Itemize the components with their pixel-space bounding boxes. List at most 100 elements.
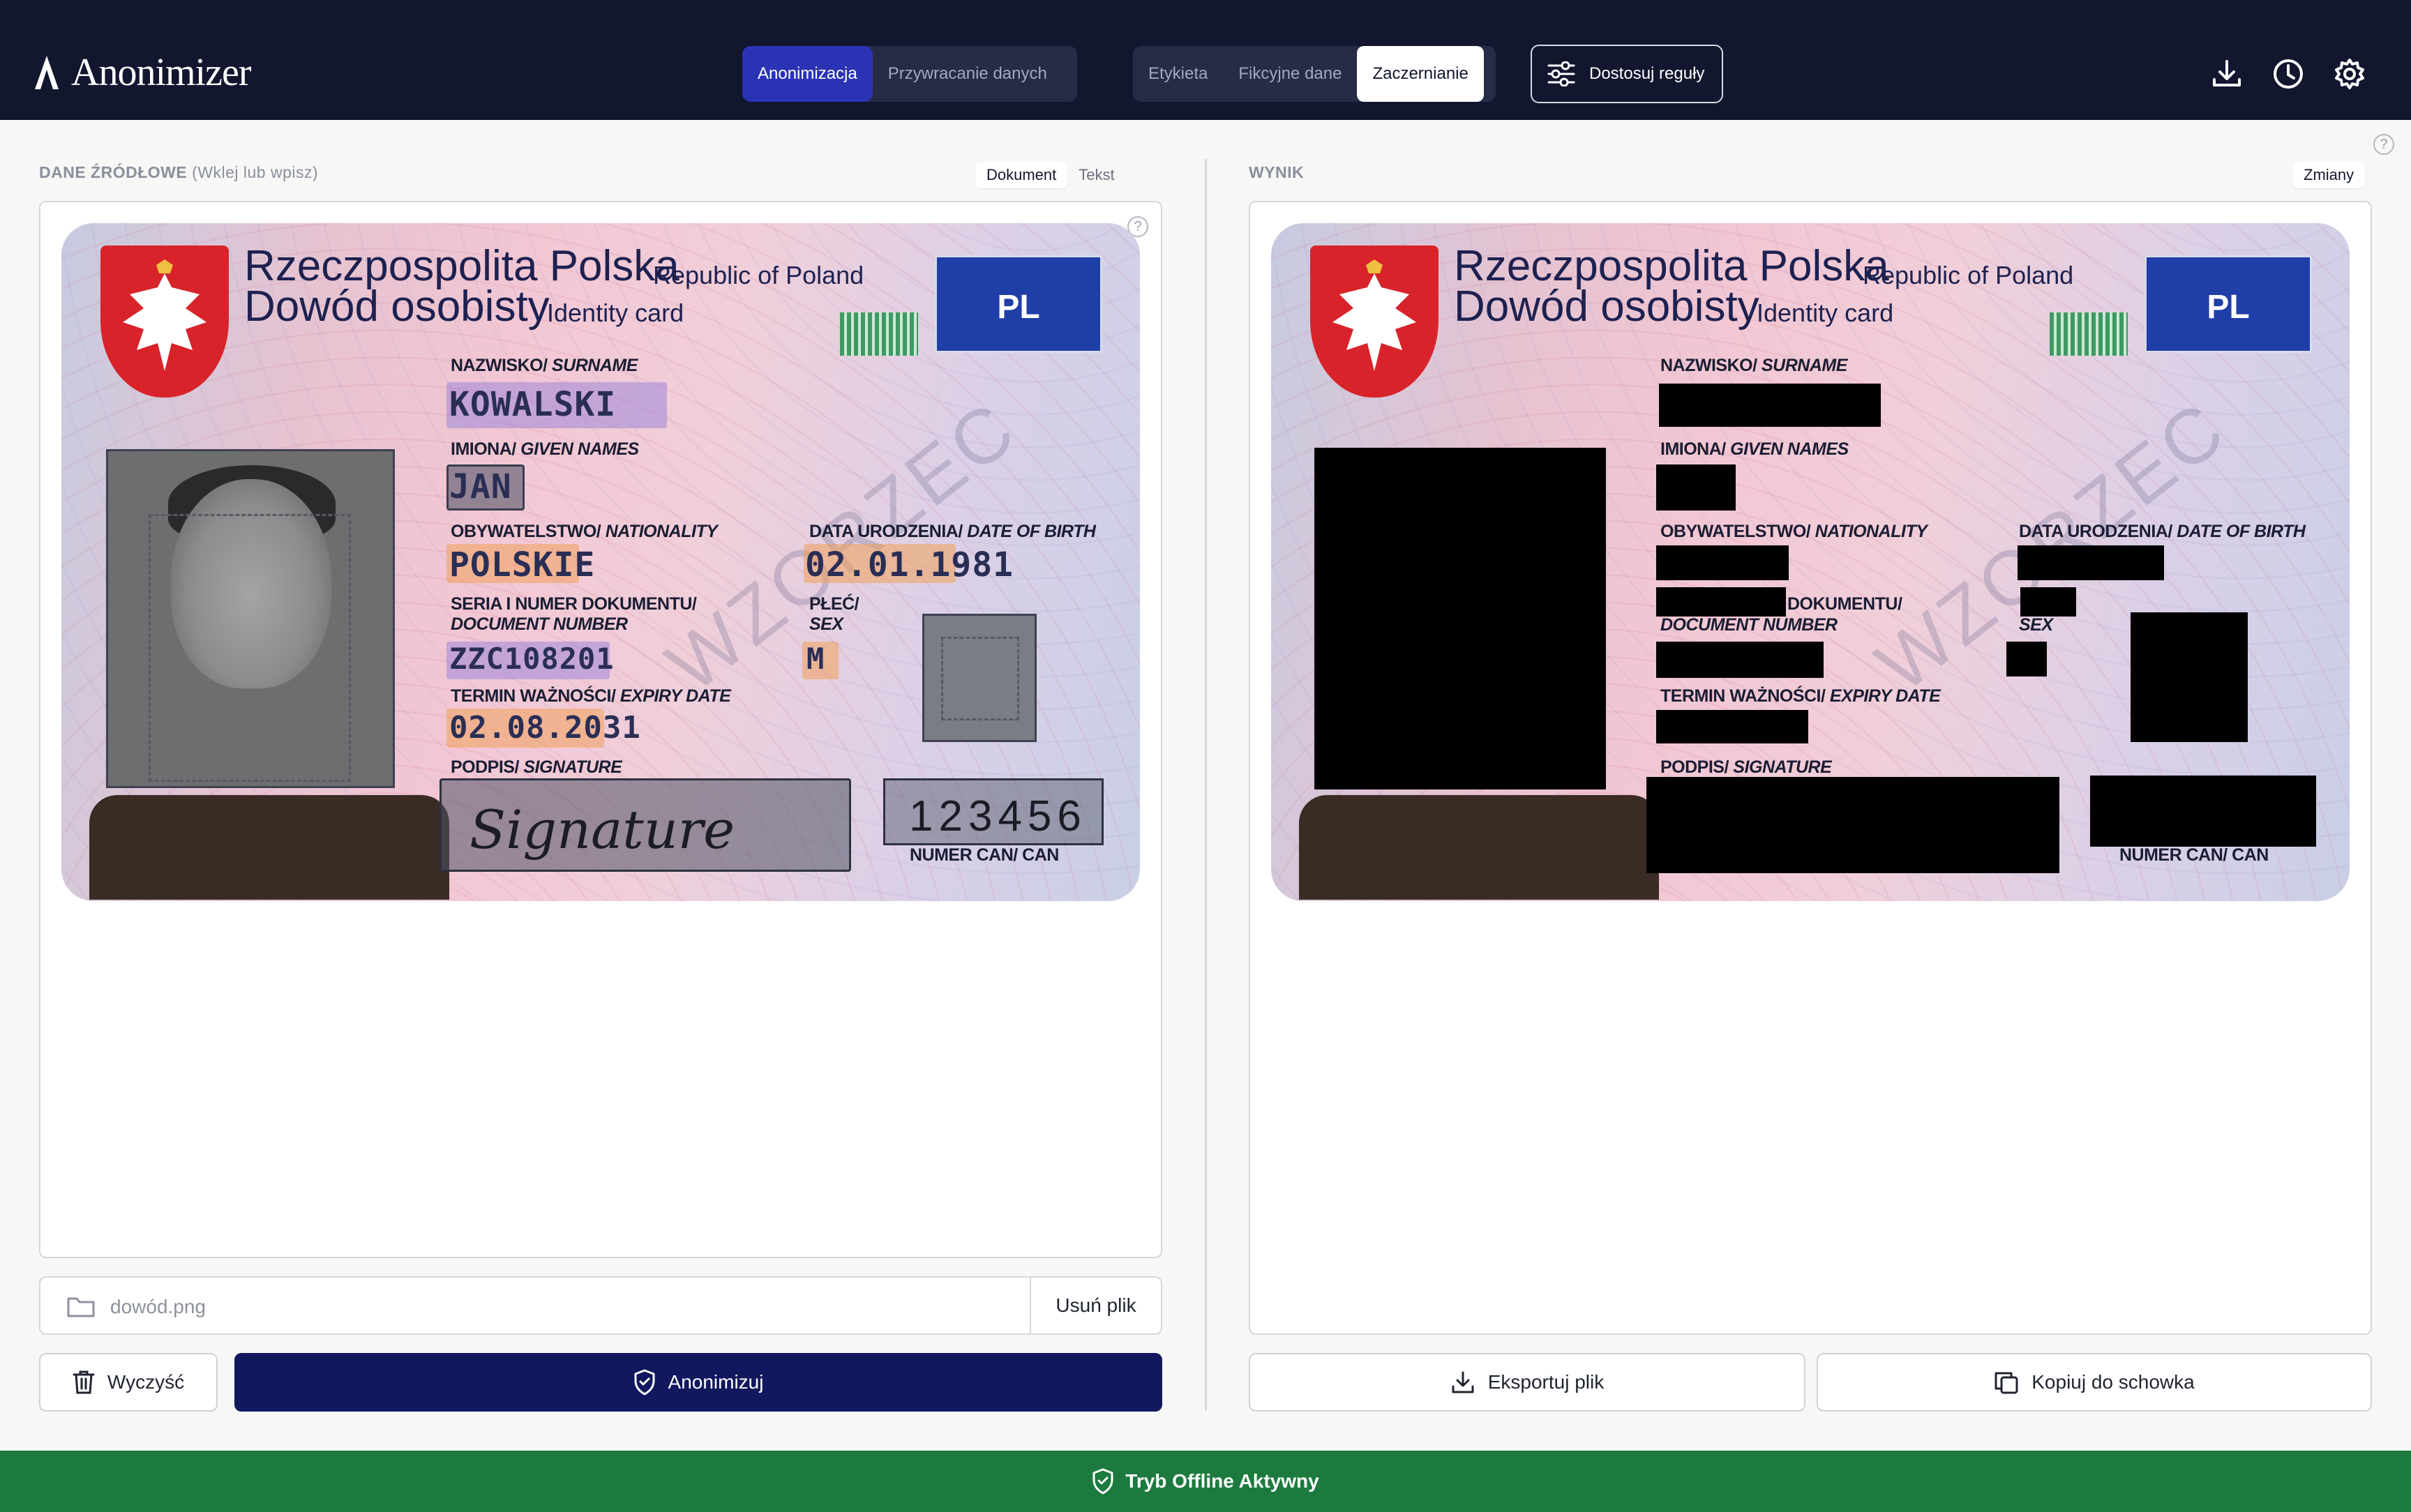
can-value: 123456 [909, 792, 1087, 840]
doc-number-label-r: DOKUMENTU/ [1787, 594, 1902, 614]
app-name: Anonimizer [71, 51, 251, 94]
redact-doc-series [1656, 587, 1786, 617]
redact-can [2090, 776, 2316, 847]
nationality-label-r: OBYWATELSTWO/ NATIONALITY [1660, 522, 1928, 541]
source-title: DANE ŹRÓDŁOWE [39, 163, 188, 181]
photo-shoulders [89, 795, 449, 900]
surname-label: NAZWISKO/ SURNAME [451, 356, 638, 375]
photo-shoulders-r [1299, 795, 1659, 900]
sex-label: PŁEĆ/SEX [809, 594, 859, 634]
expiry-label-r: TERMIN WAŻNOŚCI/ EXPIRY DATE [1660, 686, 1941, 706]
surname-label-r: NAZWISKO/ SURNAME [1660, 356, 1847, 375]
redact-signature [1646, 777, 2059, 873]
redact-doc-number [1656, 642, 1824, 678]
given-names-label-r: IMIONA/ GIVEN NAMES [1660, 439, 1849, 459]
settings-icon[interactable] [2333, 57, 2366, 91]
signature-label: PODPIS/ SIGNATURE [451, 757, 622, 777]
can-label: NUMER CAN/ CAN [910, 845, 1059, 865]
result-tabs: Zmiany [2292, 162, 2366, 188]
tab-text[interactable]: Tekst [1067, 162, 1125, 188]
dob-label-r: DATA URODZENIA/ DATE OF BIRTH [2019, 522, 2306, 541]
given-names-label: IMIONA/ GIVEN NAMES [451, 439, 639, 459]
remove-file-button[interactable]: Usuń plik [1030, 1278, 1161, 1333]
signature-label-r: PODPIS/ SIGNATURE [1660, 757, 1832, 777]
eu-flag-icon: PL [935, 255, 1102, 353]
id-card-redacted: WZORZEC Rzeczpospolita Polska Republic o… [1271, 223, 2350, 901]
redact-expiry [1656, 710, 1808, 743]
result-panel-title: WYNIK [1249, 163, 1305, 181]
id-card-original: WZORZEC Rzeczpospolita Polska Republic o… [61, 223, 1140, 901]
nationality-value: POLSKIE [449, 545, 596, 584]
hologram [840, 312, 918, 356]
redact-sex-label [2020, 587, 2076, 617]
style-tabs: Etykieta Fikcyjne dane Zaczernianie [1133, 46, 1496, 102]
tab-label[interactable]: Etykieta [1133, 46, 1223, 102]
copy-clipboard-button[interactable]: Kopiuj do schowka [1817, 1353, 2372, 1412]
panel-divider [1205, 159, 1207, 1410]
anonymize-button[interactable]: Anonimizuj [234, 1353, 1162, 1412]
eagle-emblem-icon [100, 245, 229, 398]
help-icon-global[interactable]: ? [2373, 134, 2394, 155]
card-doc-pl-r: Dowód osobisty [1454, 282, 1759, 331]
card-country-en-r: Republic of Poland [1863, 261, 2074, 289]
tab-blackout[interactable]: Zaczernianie [1357, 46, 1484, 102]
card-doc-pl: Dowód osobisty [244, 282, 550, 331]
doc-number-value: ZZC108201 [449, 642, 615, 676]
shield-check-icon [1092, 1468, 1113, 1495]
history-icon[interactable] [2271, 57, 2305, 91]
doc-number-label: SERIA I NUMER DOKUMENTU/DOCUMENT NUMBER [451, 594, 697, 634]
dob-label: DATA URODZENIA/ DATE OF BIRTH [809, 522, 1096, 541]
signature-value: Signature [470, 799, 735, 861]
view-tabs: Dokument Tekst [975, 162, 1126, 188]
nationality-label: OBYWATELSTWO/ NATIONALITY [451, 522, 718, 541]
result-document-area: WZORZEC Rzeczpospolita Polska Republic o… [1249, 201, 2372, 1335]
eu-country-code: PL [997, 289, 1040, 326]
tab-fake-data[interactable]: Fikcyjne dane [1223, 46, 1357, 102]
sex-label-r: SEX [2019, 615, 2053, 635]
eu-flag-icon: PL [2145, 255, 2312, 353]
doc-number-label-en-r: DOCUMENT NUMBER [1660, 615, 1838, 635]
copy-icon [1995, 1372, 2018, 1394]
sex-value: M [806, 642, 825, 676]
offline-status-text: Tryb Offline Aktywny [1125, 1470, 1319, 1492]
clear-label: Wyczyść [107, 1371, 185, 1393]
export-label: Eksportuj plik [1487, 1371, 1605, 1393]
redact-dob [2018, 545, 2164, 580]
surname-value: KOWALSKI [449, 385, 617, 424]
tab-changes[interactable]: Zmiany [2292, 162, 2366, 188]
clear-button[interactable]: Wyczyść [39, 1353, 218, 1412]
trash-icon [73, 1370, 95, 1394]
card-country-en: Republic of Poland [653, 261, 864, 289]
folder-icon [67, 1297, 95, 1317]
card-doc-en-r: Identity card [1757, 298, 1894, 327]
mode-tabs: Anonimizacja Przywracanie danych [742, 46, 1077, 102]
top-bar: Anonimizer Anonimizacja Przywracanie dan… [0, 0, 2411, 120]
export-file-button[interactable]: Eksportuj plik [1249, 1353, 1805, 1412]
can-label-r: NUMER CAN/ CAN [2119, 845, 2269, 865]
can-highlight[interactable]: 123456 [883, 778, 1104, 845]
expiry-value: 02.08.2031 [449, 710, 641, 746]
eu-country-code-r: PL [2207, 289, 2250, 326]
redact-photo [1314, 448, 1606, 789]
dob-value: 02.01.1981 [805, 545, 1014, 584]
portrait-photo[interactable] [106, 449, 395, 788]
tab-anonymization[interactable]: Anonimizacja [742, 46, 873, 102]
sliders-icon [1547, 61, 1575, 86]
tab-document[interactable]: Dokument [975, 162, 1068, 188]
app-logo: Anonimizer [32, 50, 251, 95]
expiry-label: TERMIN WAŻNOŚCI/ EXPIRY DATE [451, 686, 731, 706]
eagle-emblem-icon [1310, 245, 1439, 398]
redact-ghost-photo [2131, 612, 2248, 742]
download-icon [1452, 1371, 1474, 1393]
download-icon[interactable] [2210, 57, 2244, 91]
redact-nationality [1656, 545, 1789, 580]
adjust-rules-label: Dostosuj reguły [1589, 64, 1705, 83]
source-document-area[interactable]: ? WZORZEC Rzeczpospolita Polska Republic… [39, 201, 1162, 1258]
signature-highlight[interactable]: Signature [440, 778, 851, 872]
tab-data-restore[interactable]: Przywracanie danych [873, 46, 1062, 102]
adjust-rules-button[interactable]: Dostosuj reguły [1531, 45, 1723, 103]
file-name: dowód.png [110, 1296, 206, 1317]
offline-status-bar: Tryb Offline Aktywny [0, 1451, 2411, 1512]
ghost-photo[interactable] [922, 614, 1037, 742]
hologram-r [2050, 312, 2128, 356]
